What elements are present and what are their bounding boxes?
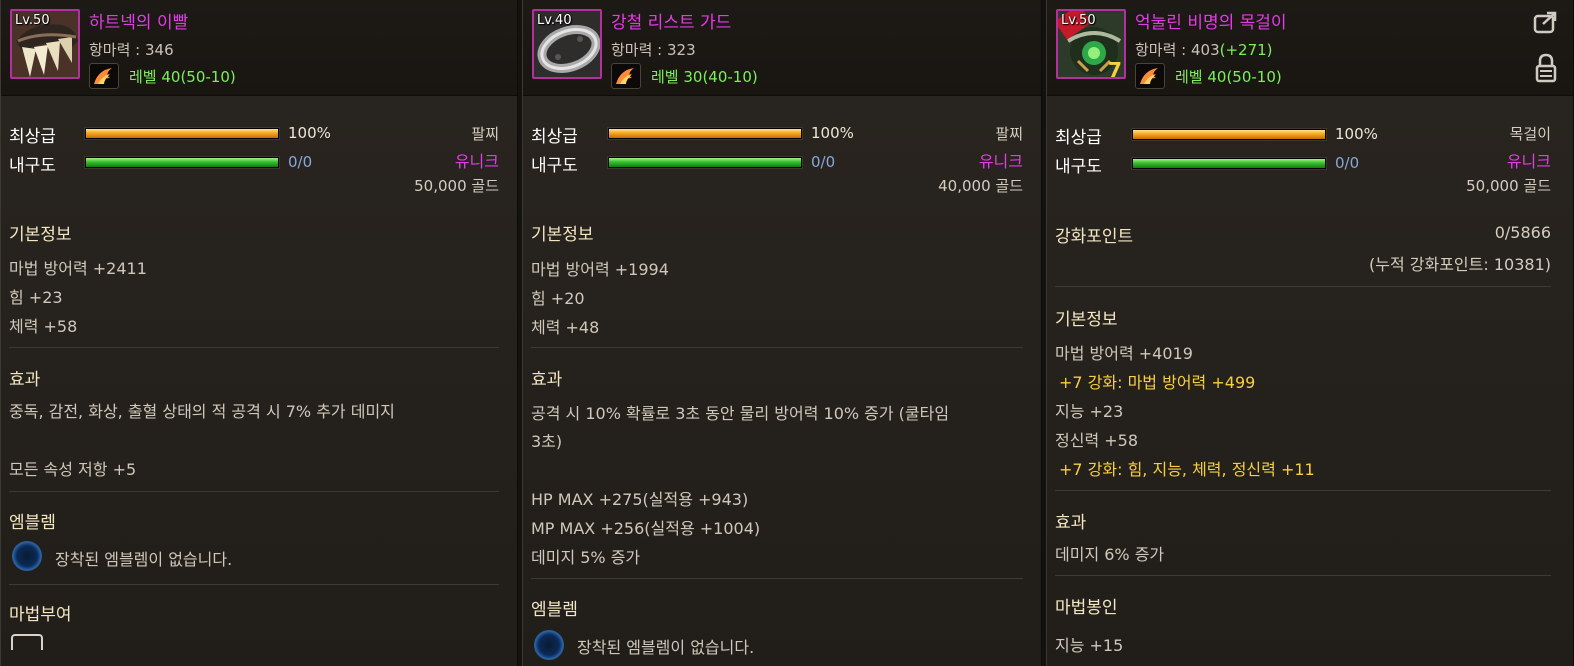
emerald-necklace-icon: 7 Lv.50: [1056, 9, 1126, 79]
emblem-title: 엠블렘: [9, 513, 56, 533]
grade-bar: [85, 128, 279, 139]
tooltip-header: Lv.50 하트넥의 이빨 항마력 : 346 레벨 40(50-10): [1, 0, 517, 96]
item-category: 팔찌: [995, 125, 1023, 143]
item-name: 강철 리스트 가드: [611, 13, 732, 33]
item-price: 50,000 골드: [414, 177, 499, 195]
basic-info-title: 기본정보: [531, 225, 594, 245]
durability-bar: [608, 157, 802, 168]
item-category: 목걸이: [1509, 125, 1551, 143]
divider: [1055, 490, 1551, 491]
flame-icon: [89, 63, 119, 89]
divider: [9, 491, 499, 492]
flame-icon: [1135, 63, 1165, 89]
durability-label: 내구도: [1055, 157, 1102, 177]
claw-teeth-icon: Lv.50: [10, 9, 80, 79]
rarity-label: 유니크: [1506, 152, 1551, 171]
magic-resist-bonus: (+271): [1219, 41, 1273, 59]
item-tooltip-steel-wrist-guard: Lv.40 강철 리스트 가드 항마력 : 323 레벨 30(40-10) 최…: [522, 0, 1042, 666]
divider: [9, 584, 499, 585]
durability-label: 내구도: [531, 156, 578, 176]
divider: [531, 578, 1023, 579]
enchant-title: 마법부여: [9, 605, 72, 625]
effect-line: 모든 속성 저항 +5: [9, 460, 137, 479]
basic-stat: 힘 +20: [531, 289, 585, 308]
grade-percent: 100%: [288, 124, 331, 142]
basic-info-title: 기본정보: [1055, 310, 1118, 330]
grade-label: 최상급: [9, 127, 56, 147]
steel-bracelet-icon: Lv.40: [532, 9, 602, 79]
reinforce-title: 강화포인트: [1055, 227, 1134, 247]
basic-stat: 지능 +23: [1055, 402, 1124, 421]
item-price: 40,000 골드: [938, 177, 1023, 195]
durability-value: 0/0: [288, 153, 313, 171]
basic-stat: 마법 방어력 +1994: [531, 260, 669, 279]
emblem-slot-icon[interactable]: [12, 541, 42, 571]
magic-resist-value: 항마력 : 346: [89, 41, 174, 59]
magic-resist-value: 항마력 : 403(+271): [1135, 41, 1273, 59]
share-icon[interactable]: [1533, 10, 1559, 38]
item-category: 팔찌: [471, 125, 499, 143]
grade-label: 최상급: [531, 127, 578, 147]
item-tooltip-hartneck-teeth: Lv.50 하트넥의 이빨 항마력 : 346 레벨 40(50-10) 최상급…: [0, 0, 518, 666]
magic-resist-value: 항마력 : 323: [611, 41, 696, 59]
effect-line: 중독, 감전, 화상, 출혈 상태의 적 공격 시 7% 추가 데미지: [9, 402, 395, 421]
divider: [1055, 286, 1551, 287]
level-requirement: 레벨 40(50-10): [129, 68, 236, 86]
reinforce-total: (누적 강화포인트: 10381): [1369, 255, 1551, 274]
effect-line: 데미지 6% 증가: [1055, 545, 1165, 564]
emblem-slot-icon[interactable]: [534, 630, 564, 660]
lock-icon[interactable]: [1535, 52, 1557, 88]
durability-value: 0/0: [1335, 154, 1360, 172]
seal-title: 마법봉인: [1055, 598, 1118, 618]
enhance-stat: +7 강화: 힘, 지능, 체력, 정신력 +11: [1059, 460, 1315, 479]
divider: [9, 347, 499, 348]
emblem-empty-text: 장착된 엠블렘이 없습니다.: [55, 550, 233, 569]
level-requirement: 레벨 40(50-10): [1175, 68, 1282, 86]
durability-bar: [1132, 158, 1326, 169]
basic-stat: 마법 방어력 +4019: [1055, 344, 1193, 363]
basic-stat: 체력 +58: [9, 317, 78, 336]
effect-title: 효과: [531, 370, 563, 390]
item-tooltip-suppressed-scream-necklace: 7 Lv.50 억눌린 비명의 목걸이 항마력 : 403(+271) 레벨 4…: [1046, 0, 1574, 666]
rarity-label: 유니크: [978, 152, 1023, 171]
effect-line: 데미지 5% 증가: [531, 548, 641, 567]
basic-stat: 마법 방어력 +2411: [9, 259, 147, 278]
grade-label: 최상급: [1055, 128, 1102, 148]
basic-stat: 정신력 +58: [1055, 431, 1139, 450]
grade-bar: [1132, 129, 1326, 140]
effect-title: 효과: [9, 370, 41, 390]
effect-line: HP MAX +275(실적용 +943): [531, 490, 749, 509]
item-name: 하트넥의 이빨: [89, 13, 189, 33]
durability-label: 내구도: [9, 156, 56, 176]
seal-stat: 지능 +15: [1055, 636, 1124, 655]
grade-percent: 100%: [811, 124, 854, 142]
level-requirement: 레벨 30(40-10): [651, 68, 758, 86]
svg-text:7: 7: [1108, 58, 1122, 79]
rarity-label: 유니크: [454, 152, 499, 171]
effect-line: 공격 시 10% 확률로 3초 동안 물리 방어력 10% 증가 (쿨타임: [531, 404, 950, 423]
emblem-title: 엠블렘: [531, 600, 578, 620]
basic-stat: 체력 +48: [531, 318, 600, 337]
effect-title: 효과: [1055, 513, 1087, 533]
item-price: 50,000 골드: [1466, 177, 1551, 195]
tooltip-header: 7 Lv.50 억눌린 비명의 목걸이 항마력 : 403(+271) 레벨 4…: [1047, 0, 1573, 96]
divider: [531, 347, 1023, 348]
emblem-empty-text: 장착된 엠블렘이 없습니다.: [577, 638, 755, 657]
item-name: 억눌린 비명의 목걸이: [1135, 13, 1287, 33]
flame-icon: [611, 63, 641, 89]
effect-line: 3초): [531, 432, 563, 451]
grade-percent: 100%: [1335, 125, 1378, 143]
effect-line: MP MAX +256(실적용 +1004): [531, 519, 761, 538]
enhance-stat: +7 강화: 마법 방어력 +499: [1059, 373, 1256, 392]
divider: [1055, 575, 1551, 576]
tooltip-header: Lv.40 강철 리스트 가드 항마력 : 323 레벨 30(40-10): [523, 0, 1041, 96]
basic-info-title: 기본정보: [9, 225, 72, 245]
durability-bar: [85, 157, 279, 168]
enchant-slot-icon[interactable]: [11, 634, 43, 650]
grade-bar: [608, 128, 802, 139]
durability-value: 0/0: [811, 153, 836, 171]
basic-stat: 힘 +23: [9, 288, 63, 307]
reinforce-value: 0/5866: [1494, 223, 1551, 242]
